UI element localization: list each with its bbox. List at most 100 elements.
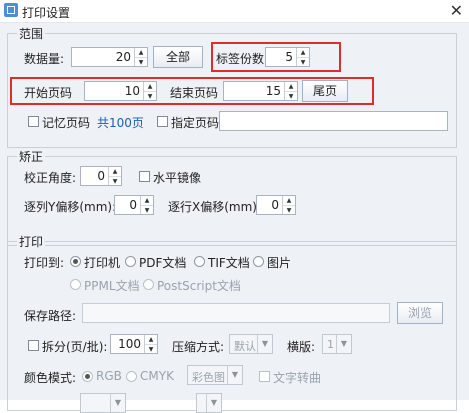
- radio-pdf-label: PDF文档: [139, 256, 187, 270]
- save-path-input[interactable]: [82, 303, 390, 323]
- start-page-value: 10: [124, 84, 140, 98]
- print-to-label: 打印到:: [24, 256, 65, 270]
- remember-page-checkbox[interactable]: [28, 116, 39, 127]
- end-page-spinner[interactable]: 15 ▲ ▼: [223, 81, 298, 101]
- compression-select[interactable]: 默认 ▼: [229, 334, 273, 354]
- total-pages-text: 共100页: [97, 116, 144, 130]
- text-convert-checkbox[interactable]: [259, 371, 270, 382]
- color-select[interactable]: 彩色图 ▼: [187, 365, 243, 385]
- end-page-label: 结束页码: [170, 86, 219, 100]
- label-count-spinner[interactable]: 5 ▲ ▼: [265, 47, 310, 67]
- chevron-down-icon: ▼: [257, 335, 272, 353]
- color-select-value: 彩色图: [192, 371, 225, 384]
- split-spinner[interactable]: 100 ▲ ▼: [110, 334, 158, 354]
- row-y-value: 0: [129, 198, 137, 212]
- specify-page-checkbox[interactable]: [157, 116, 168, 127]
- spin-down-icon[interactable]: ▼: [135, 58, 147, 67]
- radio-ppml-label: PPML文档: [84, 279, 140, 293]
- angle-spinner[interactable]: 0 ▲ ▼: [80, 166, 122, 186]
- spin-up-icon[interactable]: ▲: [109, 167, 121, 177]
- spin-down-icon[interactable]: ▼: [141, 206, 153, 215]
- row-y-label: 逐列Y偏移(mm):: [24, 200, 117, 214]
- start-page-label: 开始页码: [24, 86, 73, 100]
- spin-down-icon[interactable]: ▼: [297, 58, 309, 67]
- radio-postscript-label: PostScript文档: [157, 279, 241, 293]
- spin-up-icon[interactable]: ▲: [135, 48, 147, 58]
- print-group-title: 打印: [17, 233, 46, 250]
- chevron-down-icon: ▼: [227, 366, 242, 384]
- spin-down-icon[interactable]: ▼: [285, 92, 297, 101]
- specify-page-input[interactable]: [219, 111, 448, 131]
- angle-label: 校正角度:: [24, 171, 77, 185]
- row-y-spin-buttons[interactable]: ▲ ▼: [140, 196, 153, 214]
- radio-ppml[interactable]: [70, 279, 81, 290]
- last-page-button[interactable]: 尾页: [302, 80, 348, 102]
- browse-button[interactable]: 浏览: [397, 302, 443, 324]
- spin-down-icon[interactable]: ▼: [283, 206, 295, 215]
- layout-select[interactable]: 1 ▼: [322, 334, 352, 354]
- layout-label: 横版:: [287, 340, 316, 354]
- chevron-down-icon: ▼: [206, 394, 221, 412]
- text-convert-label: 文字转曲: [273, 371, 322, 385]
- angle-spin-buttons[interactable]: ▲ ▼: [108, 167, 121, 185]
- radio-tif[interactable]: [194, 256, 205, 267]
- app-icon: [4, 3, 18, 17]
- cut-off-select-2[interactable]: ▼: [196, 393, 222, 413]
- split-spin-buttons[interactable]: ▲ ▼: [144, 335, 157, 353]
- split-value: 100: [118, 337, 141, 351]
- spin-up-icon[interactable]: ▲: [144, 82, 156, 92]
- angle-value: 0: [97, 169, 105, 183]
- compression-label: 压缩方式:: [172, 340, 225, 354]
- dialog-content: 范围 数据量: 20 ▲ ▼ 全部 标签份数: 5 ▲ ▼ 开始页码 10 ▲ …: [0, 23, 469, 413]
- radio-printer[interactable]: [70, 256, 81, 267]
- row-x-spinner[interactable]: 0 ▲ ▼: [256, 195, 296, 215]
- split-checkbox[interactable]: [28, 340, 39, 351]
- specify-page-label: 指定页码: [171, 116, 220, 130]
- data-count-spin-buttons[interactable]: ▲ ▼: [134, 48, 147, 66]
- spin-down-icon[interactable]: ▼: [144, 92, 156, 101]
- radio-pdf[interactable]: [125, 256, 136, 267]
- label-count-label: 标签份数:: [216, 52, 269, 66]
- radio-image[interactable]: [253, 256, 264, 267]
- color-mode-label: 颜色模式:: [24, 371, 77, 385]
- mirror-label: 水平镜像: [153, 171, 202, 185]
- compression-value: 默认: [234, 340, 256, 353]
- window-title: 打印设置: [22, 6, 71, 20]
- close-icon[interactable]: ✕: [450, 2, 463, 20]
- row-x-value: 0: [271, 198, 279, 212]
- label-count-spin-buttons[interactable]: ▲ ▼: [296, 48, 309, 66]
- range-group-title: 范围: [17, 25, 46, 42]
- spin-up-icon[interactable]: ▲: [283, 196, 295, 206]
- spin-up-icon[interactable]: ▲: [145, 335, 157, 345]
- title-bar: 打印设置 ✕: [0, 0, 469, 23]
- row-x-label: 逐行X偏移(mm):: [168, 200, 262, 214]
- radio-rgb[interactable]: [82, 371, 93, 382]
- save-path-label: 保存路径:: [24, 309, 77, 323]
- radio-printer-label: 打印机: [84, 256, 121, 270]
- spin-down-icon[interactable]: ▼: [109, 177, 121, 186]
- mirror-checkbox[interactable]: [139, 171, 150, 182]
- data-count-label: 数据量:: [24, 52, 65, 66]
- spin-down-icon[interactable]: ▼: [145, 345, 157, 354]
- end-page-spin-buttons[interactable]: ▲ ▼: [284, 82, 297, 100]
- radio-cmyk[interactable]: [126, 371, 137, 382]
- start-page-spinner[interactable]: 10 ▲ ▼: [84, 81, 157, 101]
- split-label: 拆分(页/批):: [42, 340, 108, 354]
- data-count-spinner[interactable]: 20 ▲ ▼: [71, 47, 148, 67]
- spin-up-icon[interactable]: ▲: [285, 82, 297, 92]
- radio-postscript[interactable]: [143, 279, 154, 290]
- correction-group-title: 矫正: [17, 148, 46, 165]
- start-page-spin-buttons[interactable]: ▲ ▼: [143, 82, 156, 100]
- row-y-spinner[interactable]: 0 ▲ ▼: [114, 195, 154, 215]
- chevron-down-icon: ▼: [110, 394, 125, 412]
- layout-value: 1: [327, 338, 334, 351]
- row-x-spin-buttons[interactable]: ▲ ▼: [282, 196, 295, 214]
- data-count-value: 20: [115, 50, 131, 64]
- label-count-value: 5: [285, 50, 293, 64]
- spin-up-icon[interactable]: ▲: [141, 196, 153, 206]
- spin-up-icon[interactable]: ▲: [297, 48, 309, 58]
- all-button[interactable]: 全部: [153, 46, 203, 68]
- cut-off-select-1[interactable]: ▼: [80, 393, 126, 413]
- end-page-value: 15: [265, 84, 281, 98]
- radio-rgb-label: RGB: [96, 369, 122, 383]
